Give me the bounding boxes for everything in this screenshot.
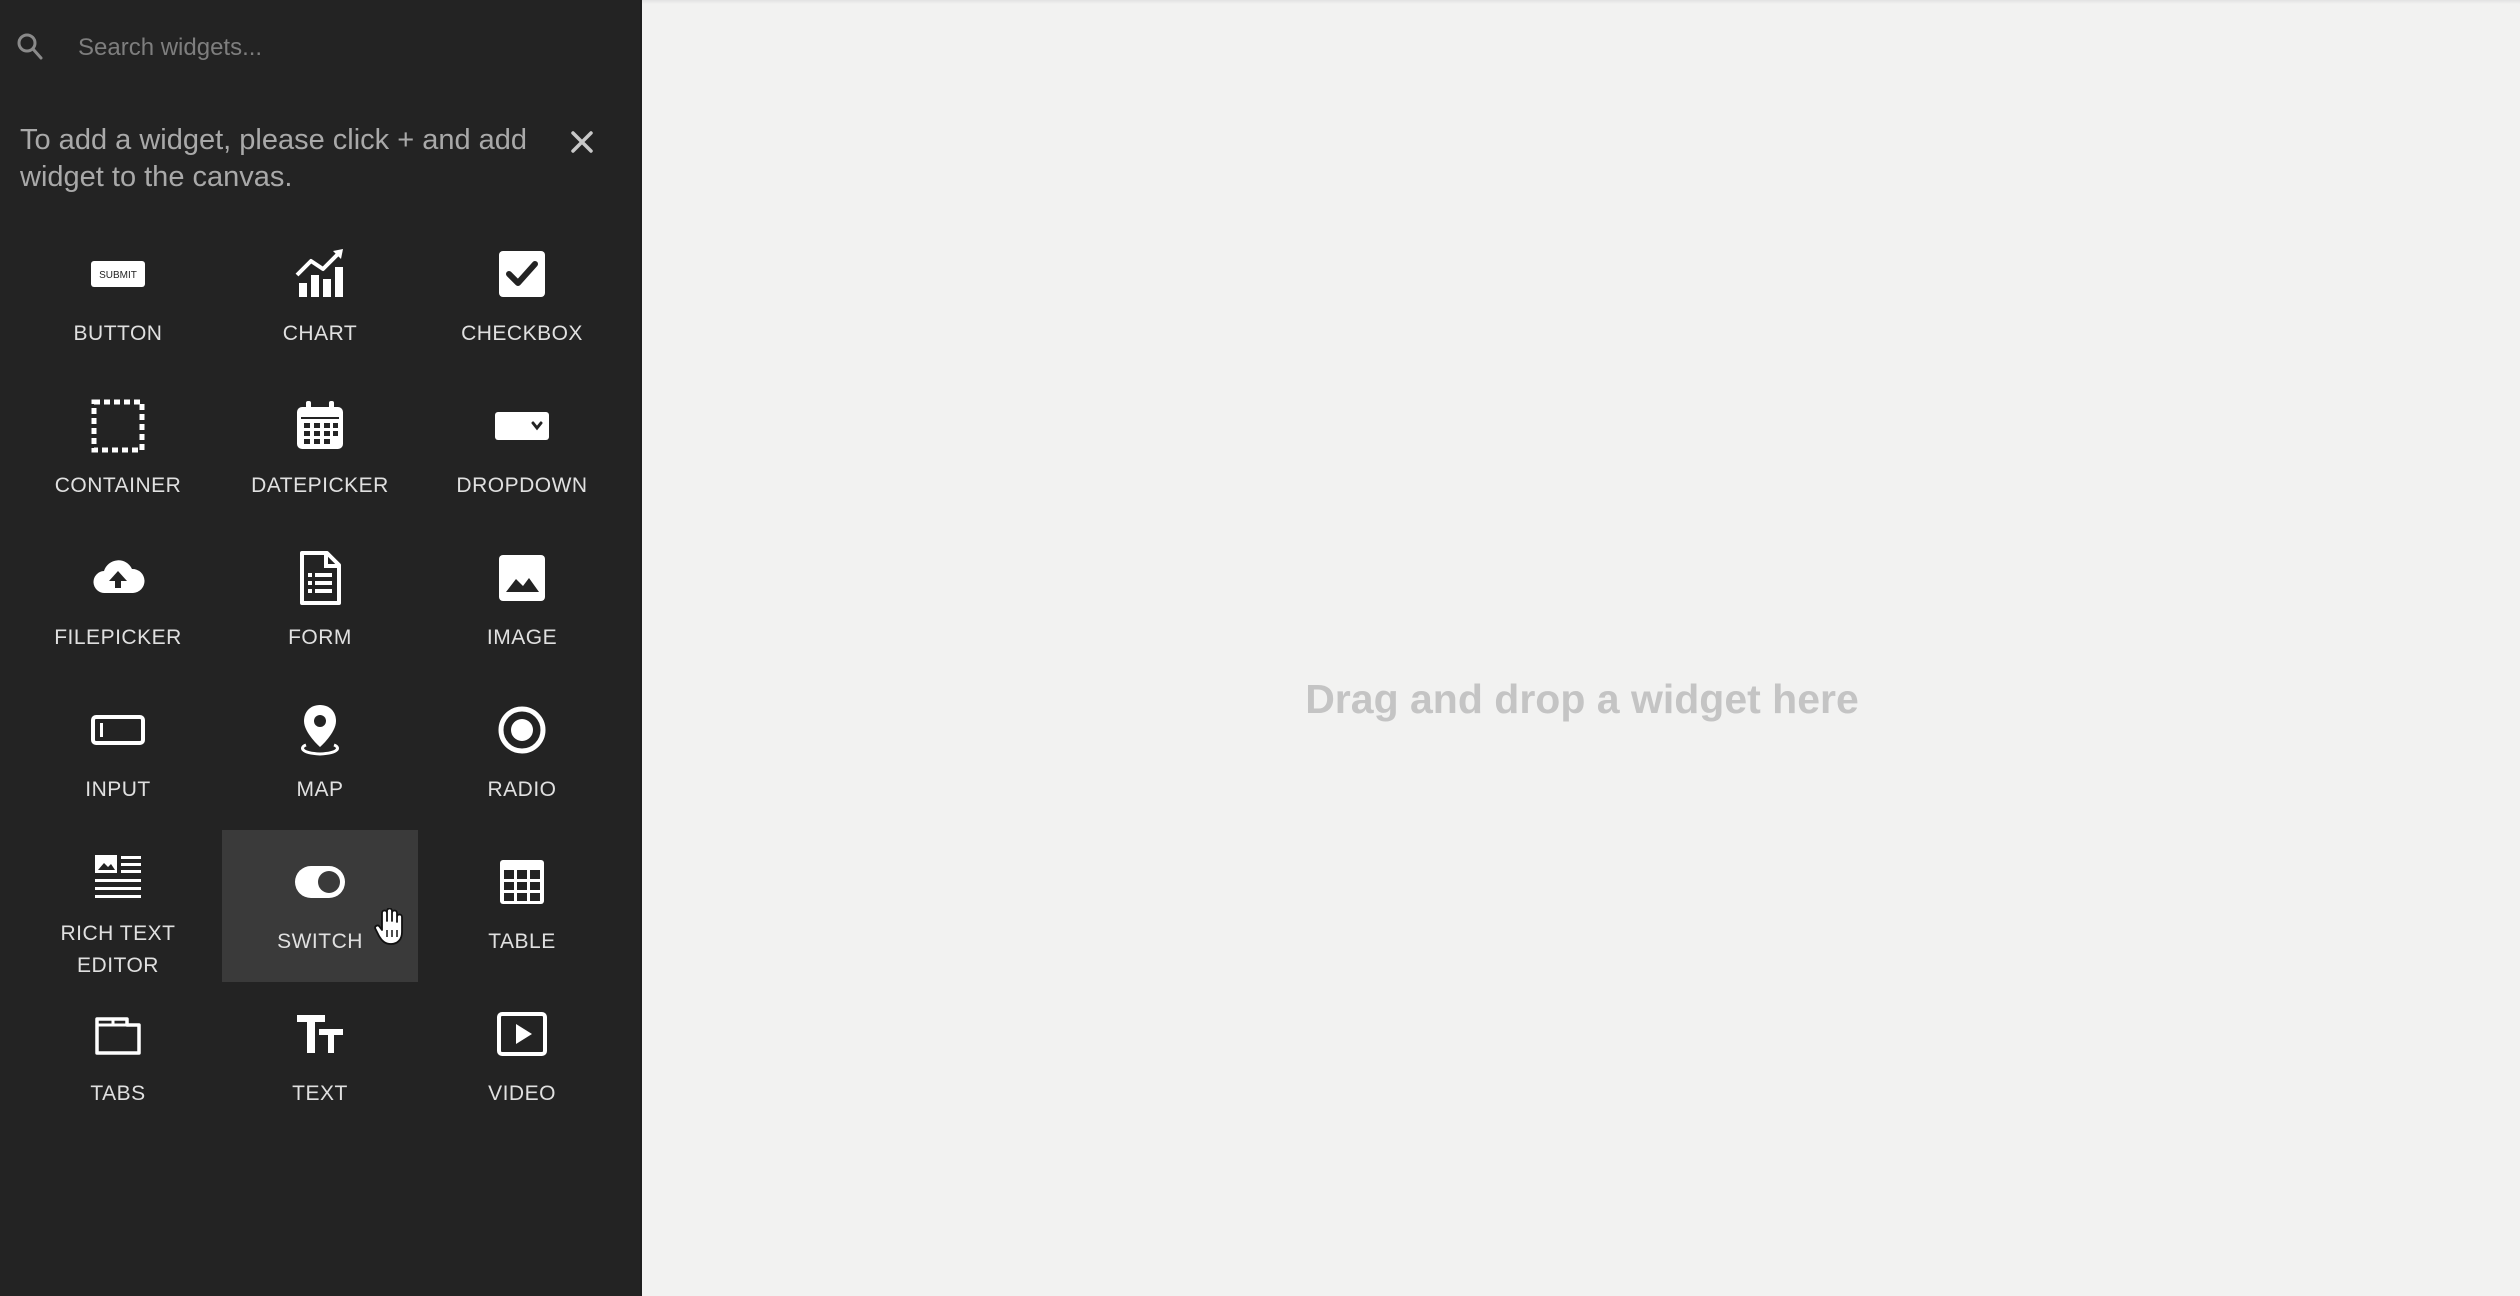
search-bar (0, 0, 640, 96)
input-icon (86, 698, 150, 762)
widget-tabs[interactable]: TABS (20, 982, 216, 1134)
widget-text[interactable]: TEXT (222, 982, 418, 1134)
video-icon (490, 1002, 554, 1066)
switch-icon (288, 850, 352, 914)
widget-checkbox[interactable]: CHECKBOX (424, 222, 620, 374)
close-hint-button[interactable] (564, 124, 600, 160)
form-icon (288, 546, 352, 610)
widget-rich-text-editor[interactable]: RICH TEXT EDITOR (20, 830, 216, 982)
cloud-upload-icon (86, 546, 150, 610)
widget-label: DROPDOWN (456, 474, 588, 497)
widget-container[interactable]: CONTAINER (20, 374, 216, 526)
widget-label: TEXT (292, 1082, 348, 1105)
widget-map[interactable]: MAP (222, 678, 418, 830)
widget-table[interactable]: TABLE (424, 830, 620, 982)
radio-icon (490, 698, 554, 762)
widget-label: FILEPICKER (54, 626, 182, 649)
widget-filepicker[interactable]: FILEPICKER (20, 526, 216, 678)
widget-label: TABS (90, 1082, 146, 1105)
widget-video[interactable]: VIDEO (424, 982, 620, 1134)
widget-input[interactable]: INPUT (20, 678, 216, 830)
close-icon (571, 131, 593, 153)
svg-text:SUBMIT: SUBMIT (99, 270, 137, 281)
image-icon (490, 546, 554, 610)
widget-label: RICH TEXT EDITOR (60, 922, 176, 977)
search-input[interactable] (78, 26, 598, 70)
widget-label: RADIO (487, 778, 557, 801)
button-icon: SUBMIT (86, 242, 150, 306)
widget-label: FORM (288, 626, 352, 649)
widget-dropdown[interactable]: DROPDOWN (424, 374, 620, 526)
widget-label: VIDEO (488, 1082, 556, 1105)
widget-label: IMAGE (486, 626, 558, 649)
widget-datepicker[interactable]: DATEPICKER (222, 374, 418, 526)
widget-sidebar: To add a widget, please click + and add … (0, 0, 640, 1296)
search-icon (17, 33, 43, 60)
table-icon (490, 850, 554, 914)
widget-switch[interactable]: SWITCH (222, 830, 418, 982)
widget-button[interactable]: SUBMIT BUTTON (20, 222, 216, 374)
hand-cursor-icon (374, 908, 403, 945)
chart-icon (288, 242, 352, 306)
widget-label: INPUT (85, 778, 151, 801)
widget-label: DATEPICKER (251, 474, 389, 497)
widget-label: TABLE (488, 930, 556, 953)
text-icon (288, 1002, 352, 1066)
dropdown-icon (490, 394, 554, 458)
rich-text-icon (86, 850, 150, 906)
add-widget-hint: To add a widget, please click + and add … (20, 124, 528, 193)
widget-image[interactable]: IMAGE (424, 526, 620, 678)
map-pin-icon (288, 698, 352, 762)
checkbox-icon (490, 242, 554, 306)
widget-label: CHART (282, 322, 358, 345)
tabs-icon (86, 1002, 150, 1066)
widget-radio[interactable]: RADIO (424, 678, 620, 830)
widget-label: CHECKBOX (461, 322, 583, 345)
drop-placeholder-text: Drag and drop a widget here (1305, 676, 1859, 722)
canvas-drop-area[interactable]: Drag and drop a widget here (640, 0, 2520, 1296)
widget-chart[interactable]: CHART (222, 222, 418, 374)
widget-grid: SUBMIT BUTTON CHART CHECKBOX CONTAINER D… (20, 222, 620, 1134)
widget-form[interactable]: FORM (222, 526, 418, 678)
calendar-icon (288, 394, 352, 458)
widget-label: CONTAINER (54, 474, 182, 497)
container-icon (86, 394, 150, 458)
widget-label: MAP (296, 778, 344, 801)
widget-label: BUTTON (73, 322, 163, 345)
